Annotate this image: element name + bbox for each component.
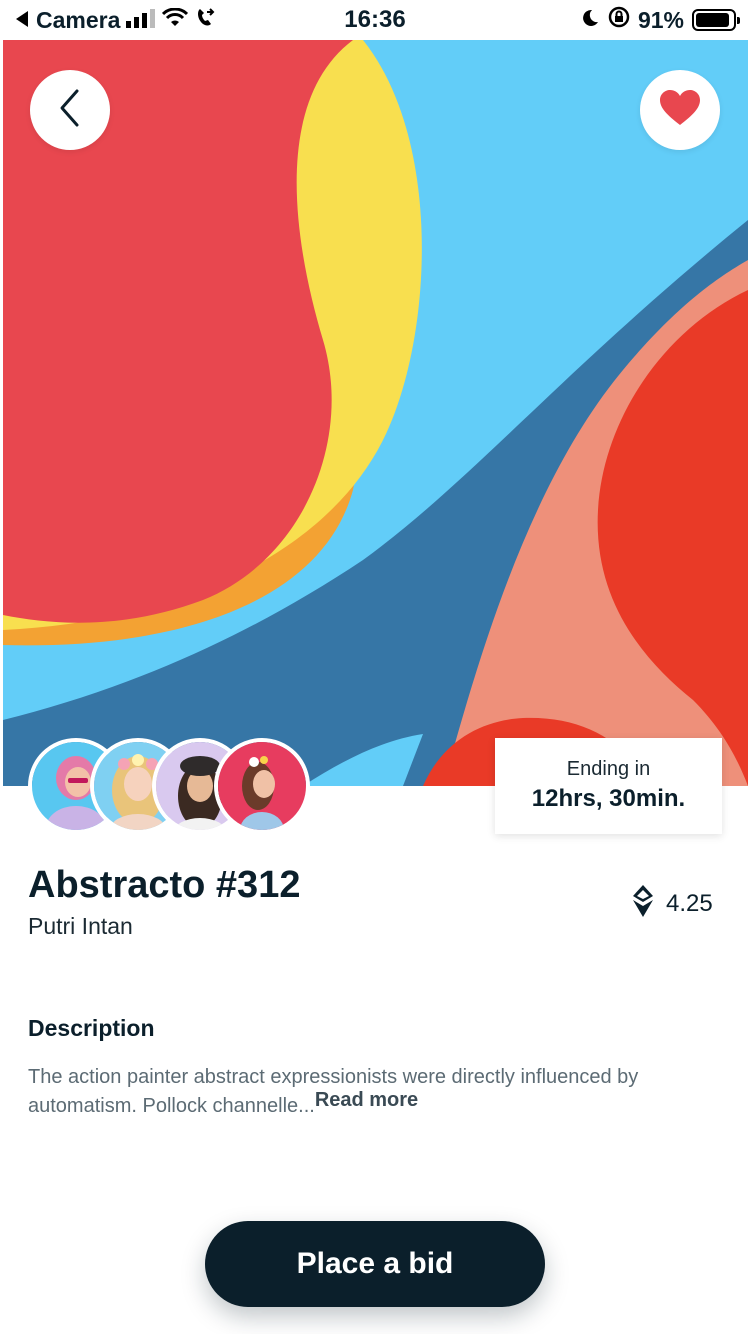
battery-level: [696, 13, 729, 27]
status-right: 91%: [580, 6, 740, 34]
place-bid-button[interactable]: Place a bid: [205, 1221, 545, 1307]
rotation-lock-icon: [608, 6, 630, 34]
favorite-button[interactable]: [640, 70, 720, 150]
battery-percent: 91%: [637, 6, 684, 33]
artist-name[interactable]: Putri Intan: [28, 913, 133, 940]
moon-icon: [580, 7, 600, 34]
price-value: 4.25: [666, 889, 713, 917]
back-button[interactable]: [30, 70, 110, 150]
avatar[interactable]: [214, 738, 310, 834]
artwork-title: Abstracto #312: [28, 864, 301, 906]
bidder-avatars: [28, 738, 318, 834]
ethereum-icon: [632, 884, 654, 923]
price: 4.25: [632, 884, 713, 923]
status-bar: Camera 16:36 91%: [0, 0, 750, 40]
chevron-left-icon: [58, 88, 82, 133]
artwork-image: [3, 40, 748, 786]
ending-value: 12hrs, 30min.: [531, 785, 686, 812]
auction-timer-card: Ending in 12hrs, 30min.: [495, 738, 722, 834]
description-heading: Description: [28, 1015, 155, 1041]
battery-icon: [692, 9, 740, 31]
description-text: The action painter abstract expressionis…: [28, 1063, 718, 1121]
read-more-link[interactable]: Read more: [315, 1089, 418, 1111]
heart-icon: [659, 89, 701, 132]
ending-label: Ending in: [566, 758, 651, 780]
